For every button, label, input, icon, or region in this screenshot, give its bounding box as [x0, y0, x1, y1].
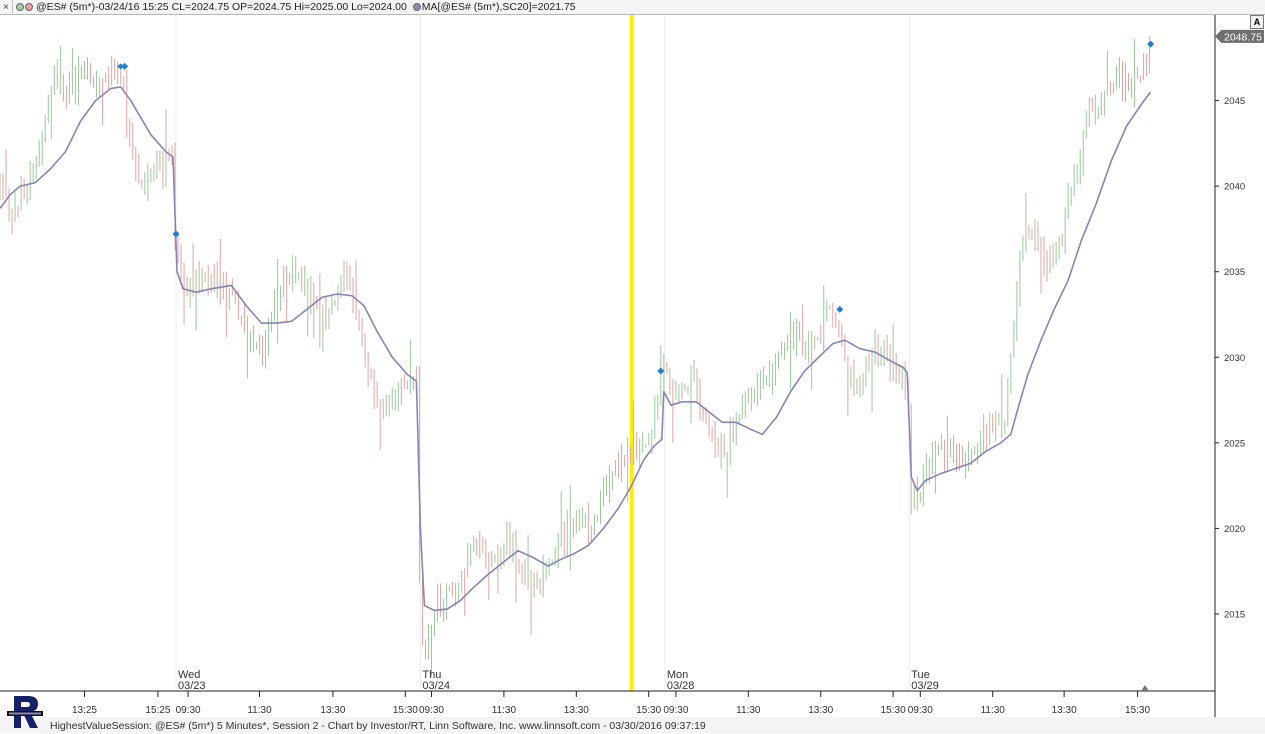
last-price-pointer	[1215, 30, 1221, 43]
y-tick-label-1: 2020	[1224, 524, 1245, 535]
y-tick-label-4: 2035	[1224, 267, 1245, 278]
x-tick-label-0: 13:25	[72, 705, 97, 716]
y-tick-label-6: 2045	[1224, 96, 1245, 107]
y-axis: 2015 2020 2025 2030 2035 2040 2045	[1215, 96, 1245, 620]
x-tick-label-3: 11:30	[247, 705, 272, 716]
x-tick-label-4: 13:30	[320, 705, 345, 716]
price-chart[interactable]: 2015 2020 2025 2030 2035 2040 2045 13:25 15:25 0…	[0, 0, 1265, 717]
last-price-text: 2048.75	[1224, 31, 1262, 43]
x-tick-label-5: 15:30	[393, 705, 418, 716]
autoscale-button[interactable]: A	[1250, 15, 1264, 29]
y-tick-label-0: 2015	[1224, 609, 1245, 620]
highlight-line	[629, 15, 634, 691]
x-tick-label-17: 15:30	[1125, 705, 1150, 716]
x-tick-label-10: 09:30	[663, 705, 688, 716]
y-tick-label-5: 2040	[1224, 182, 1245, 193]
x-tick-label-13: 15:30	[881, 705, 906, 716]
x-tick-label-15: 11:30	[981, 705, 1006, 716]
highlight-layer	[629, 15, 634, 691]
x-axis: 13:25 15:25 09:30 11:30 13:30 15:30 09:30 11:30…	[72, 691, 1151, 716]
plot-background	[0, 15, 1215, 691]
x-tick-label-6: 09:30	[419, 705, 444, 716]
session-date-0: 03/23	[178, 680, 206, 692]
chart-area[interactable]: 2015 2020 2025 2030 2035 2040 2045 13:25 15:25 0…	[0, 0, 1265, 722]
status-text: HighestValueSession: @ES# (5m*) 5 Minute…	[50, 720, 706, 732]
x-tick-label-12: 13:30	[808, 705, 833, 716]
x-tick-label-7: 11:30	[492, 705, 517, 716]
session-date-3: 03/29	[911, 680, 939, 692]
x-tick-label-14: 09:30	[908, 705, 933, 716]
investor-rt-logo-icon	[7, 696, 43, 728]
y-tick-label-3: 2030	[1224, 353, 1245, 364]
x-tick-label-9: 15:30	[636, 705, 661, 716]
x-tick-label-2: 09:30	[176, 705, 201, 716]
y-tick-label-2: 2025	[1224, 438, 1245, 449]
last-price-label: 2048.75	[1215, 29, 1264, 43]
x-tick-label-16: 13:30	[1052, 705, 1077, 716]
x-tick-label-8: 13:30	[564, 705, 589, 716]
status-bar: HighestValueSession: @ES# (5m*) 5 Minute…	[0, 717, 1265, 733]
x-tick-label-1: 15:25	[145, 705, 170, 716]
x-tick-label-11: 11:30	[736, 705, 761, 716]
session-date-1: 03/24	[422, 680, 450, 692]
session-date-2: 03/28	[667, 680, 695, 692]
